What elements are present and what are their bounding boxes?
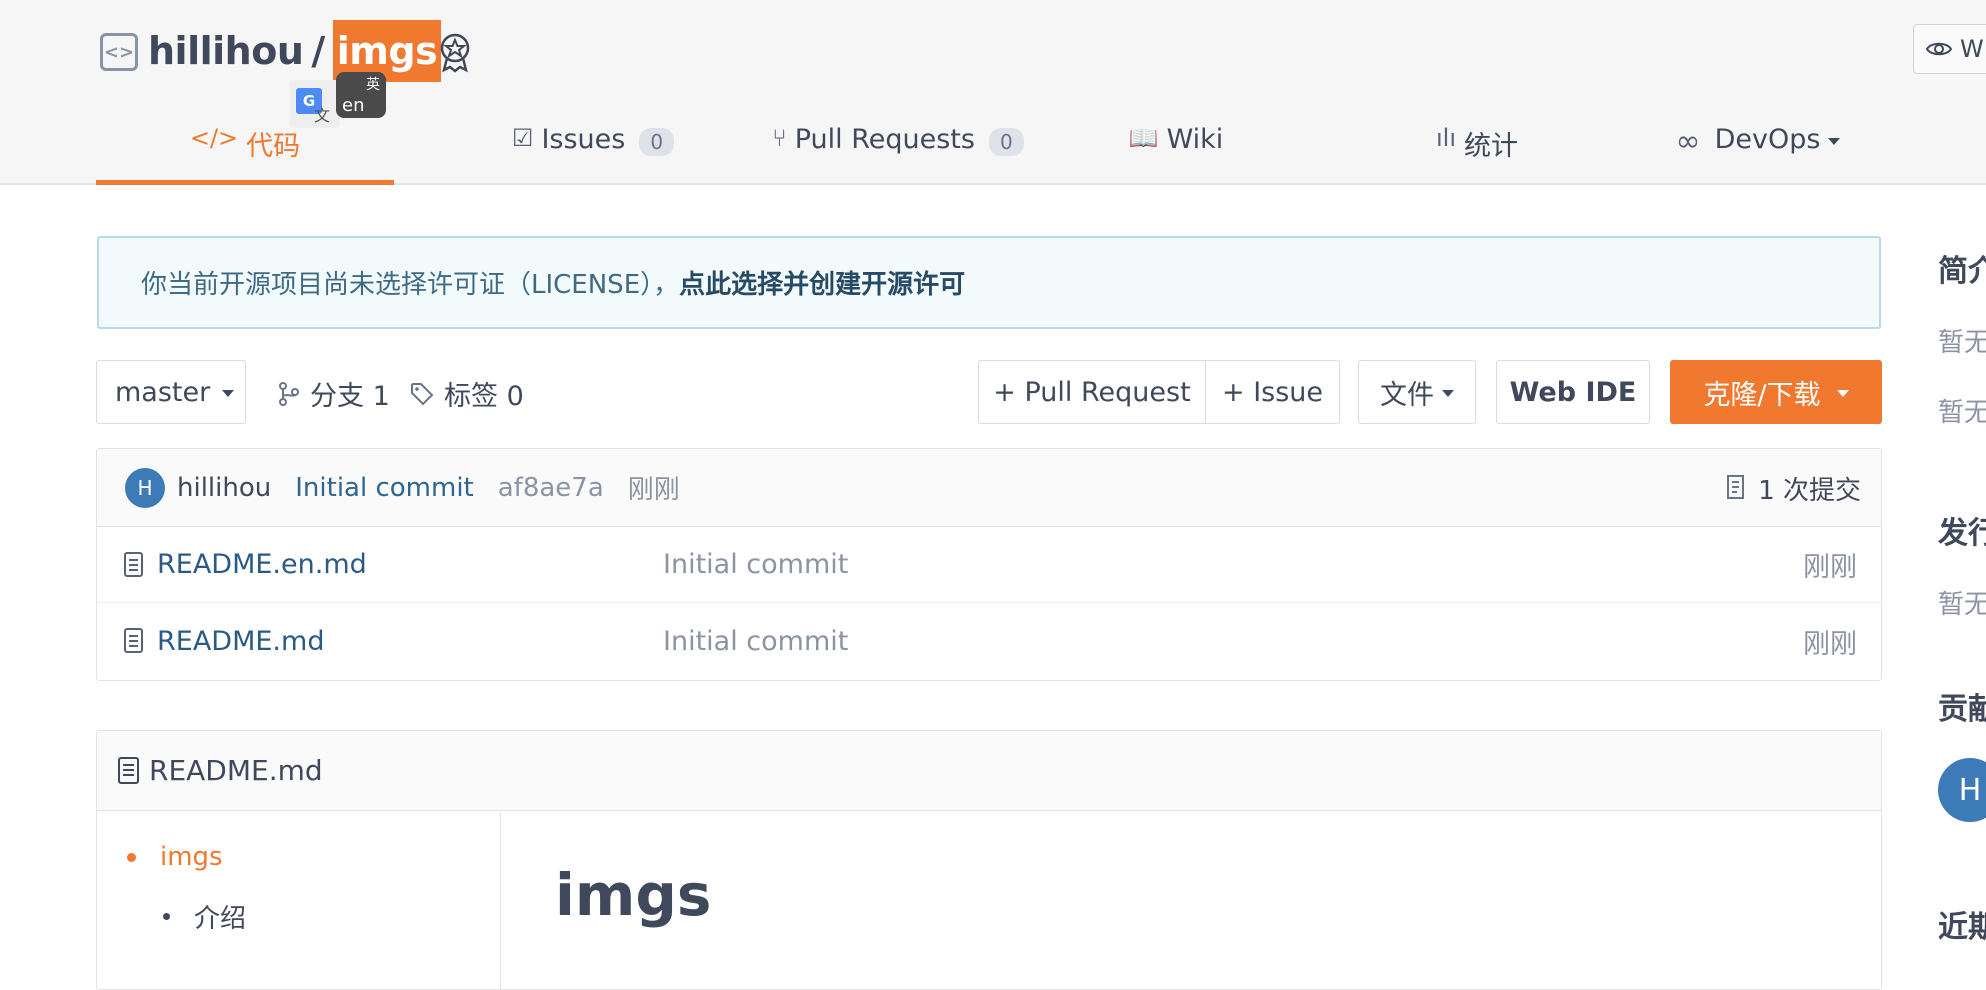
releases-heading: 发行 xyxy=(1938,516,1986,551)
branch-name: master xyxy=(115,376,211,408)
avatar[interactable]: H xyxy=(1938,758,1986,822)
commit-history-icon xyxy=(1727,475,1745,499)
branches-link[interactable]: 分支 1 xyxy=(278,374,390,413)
commit-author-link[interactable]: hillihou xyxy=(177,473,271,503)
bar-chart-icon: ılı xyxy=(1435,124,1456,152)
readme-header: README.md xyxy=(97,731,1881,811)
recent-heading: 近期 xyxy=(1938,910,1986,945)
table-row: README.md Initial commit 刚刚 xyxy=(97,603,1881,679)
file-time: 刚刚 xyxy=(1803,552,1857,583)
commit-sha-link[interactable]: af8ae7a xyxy=(498,473,604,503)
avatar[interactable]: H xyxy=(125,467,165,508)
chevron-down-icon xyxy=(1828,138,1841,145)
chevron-down-icon xyxy=(1442,389,1454,397)
issues-count-badge: 0 xyxy=(639,128,675,156)
issues-icon: ☑ xyxy=(511,124,534,152)
chevron-down-icon xyxy=(1836,389,1849,397)
pull-requests-count-badge: 0 xyxy=(988,128,1024,156)
branch-icon xyxy=(279,381,299,406)
readme-title: imgs xyxy=(555,861,712,929)
toc-item[interactable]: imgs xyxy=(127,842,223,872)
tab-wiki[interactable]: 📖 Wiki xyxy=(1106,112,1246,185)
path-separator: / xyxy=(311,29,325,73)
commit-count-link[interactable]: 1 次提交 xyxy=(1726,449,1861,527)
infinity-icon: ∞ xyxy=(1675,124,1701,159)
eye-icon xyxy=(1926,42,1952,56)
repo-owner-link[interactable]: hillihou xyxy=(148,29,304,73)
file-text-icon xyxy=(118,756,139,784)
table-row: README.en.md Initial commit 刚刚 xyxy=(97,527,1881,603)
file-commit-link[interactable]: Initial commit xyxy=(663,626,848,657)
repo-header: <> hillihou / imgs G 文 英 en W </> 代码 ☑ I… xyxy=(0,0,1986,185)
tags-link[interactable]: 标签 0 xyxy=(410,374,524,413)
file-text-icon xyxy=(124,551,143,577)
tab-devops[interactable]: ∞ DevOps xyxy=(1658,112,1858,185)
code-repo-icon: <> xyxy=(100,33,138,71)
intro-empty-text: 暂无 xyxy=(1938,328,1986,358)
file-name-link[interactable]: README.en.md xyxy=(157,549,657,580)
web-ide-button[interactable]: Web IDE xyxy=(1496,360,1650,424)
file-dropdown-button[interactable]: 文件 xyxy=(1358,360,1476,424)
releases-empty-text: 暂无 xyxy=(1938,590,1986,620)
repo-nav: </> 代码 ☑ Issues 0 ⑂ Pull Requests 0 📖 Wi… xyxy=(96,112,1896,185)
new-pull-request-button[interactable]: + Pull Request xyxy=(979,361,1205,423)
tab-pull-requests[interactable]: ⑂ Pull Requests 0 xyxy=(716,112,1080,185)
file-commit-link[interactable]: Initial commit xyxy=(663,549,848,580)
commit-message-link[interactable]: Initial commit xyxy=(295,473,473,503)
clone-download-button[interactable]: 克隆/下载 xyxy=(1670,360,1882,424)
chevron-down-icon xyxy=(222,389,235,397)
contributors-heading: 贡献 xyxy=(1938,692,1986,727)
latest-commit-row: H hillihou Initial commit af8ae7a 刚刚 1 次… xyxy=(97,449,1881,527)
create-license-link[interactable]: 点此选择并创建开源许可 xyxy=(679,264,965,301)
tab-stats[interactable]: ılı 统计 xyxy=(1402,112,1552,185)
readme-filename: README.md xyxy=(149,754,323,787)
license-notice: 你当前开源项目尚未选择许可证（LICENSE）， 点此选择并创建开源许可 xyxy=(97,236,1881,329)
watch-label: W xyxy=(1960,35,1984,63)
book-icon: 📖 xyxy=(1128,124,1159,152)
license-notice-text: 你当前开源项目尚未选择许可证（LICENSE）， xyxy=(141,270,680,300)
file-time: 刚刚 xyxy=(1803,628,1857,660)
intro-empty-text: 暂无 xyxy=(1938,398,1986,428)
tab-issues[interactable]: ☑ Issues 0 xyxy=(458,112,728,185)
tag-icon xyxy=(411,382,434,405)
readme-toc: imgs 介绍 xyxy=(97,812,501,989)
award-icon[interactable] xyxy=(433,30,477,74)
new-actions-group: + Pull Request + Issue xyxy=(978,360,1340,424)
file-name-link[interactable]: README.md xyxy=(157,626,657,657)
intro-heading: 简介 xyxy=(1938,254,1986,289)
file-text-icon xyxy=(124,628,143,653)
code-icon: </> xyxy=(189,124,239,152)
toc-item[interactable]: 介绍 xyxy=(163,898,246,935)
pull-request-icon: ⑂ xyxy=(772,124,787,152)
branch-select[interactable]: master xyxy=(96,360,246,424)
commit-time: 刚刚 xyxy=(627,475,680,505)
readme-panel: README.md imgs 介绍 imgs xyxy=(96,730,1882,990)
new-issue-button[interactable]: + Issue xyxy=(1205,361,1339,423)
file-list: H hillihou Initial commit af8ae7a 刚刚 1 次… xyxy=(96,448,1882,681)
watch-button[interactable]: W xyxy=(1913,24,1986,74)
tab-code[interactable]: </> 代码 xyxy=(96,112,394,185)
